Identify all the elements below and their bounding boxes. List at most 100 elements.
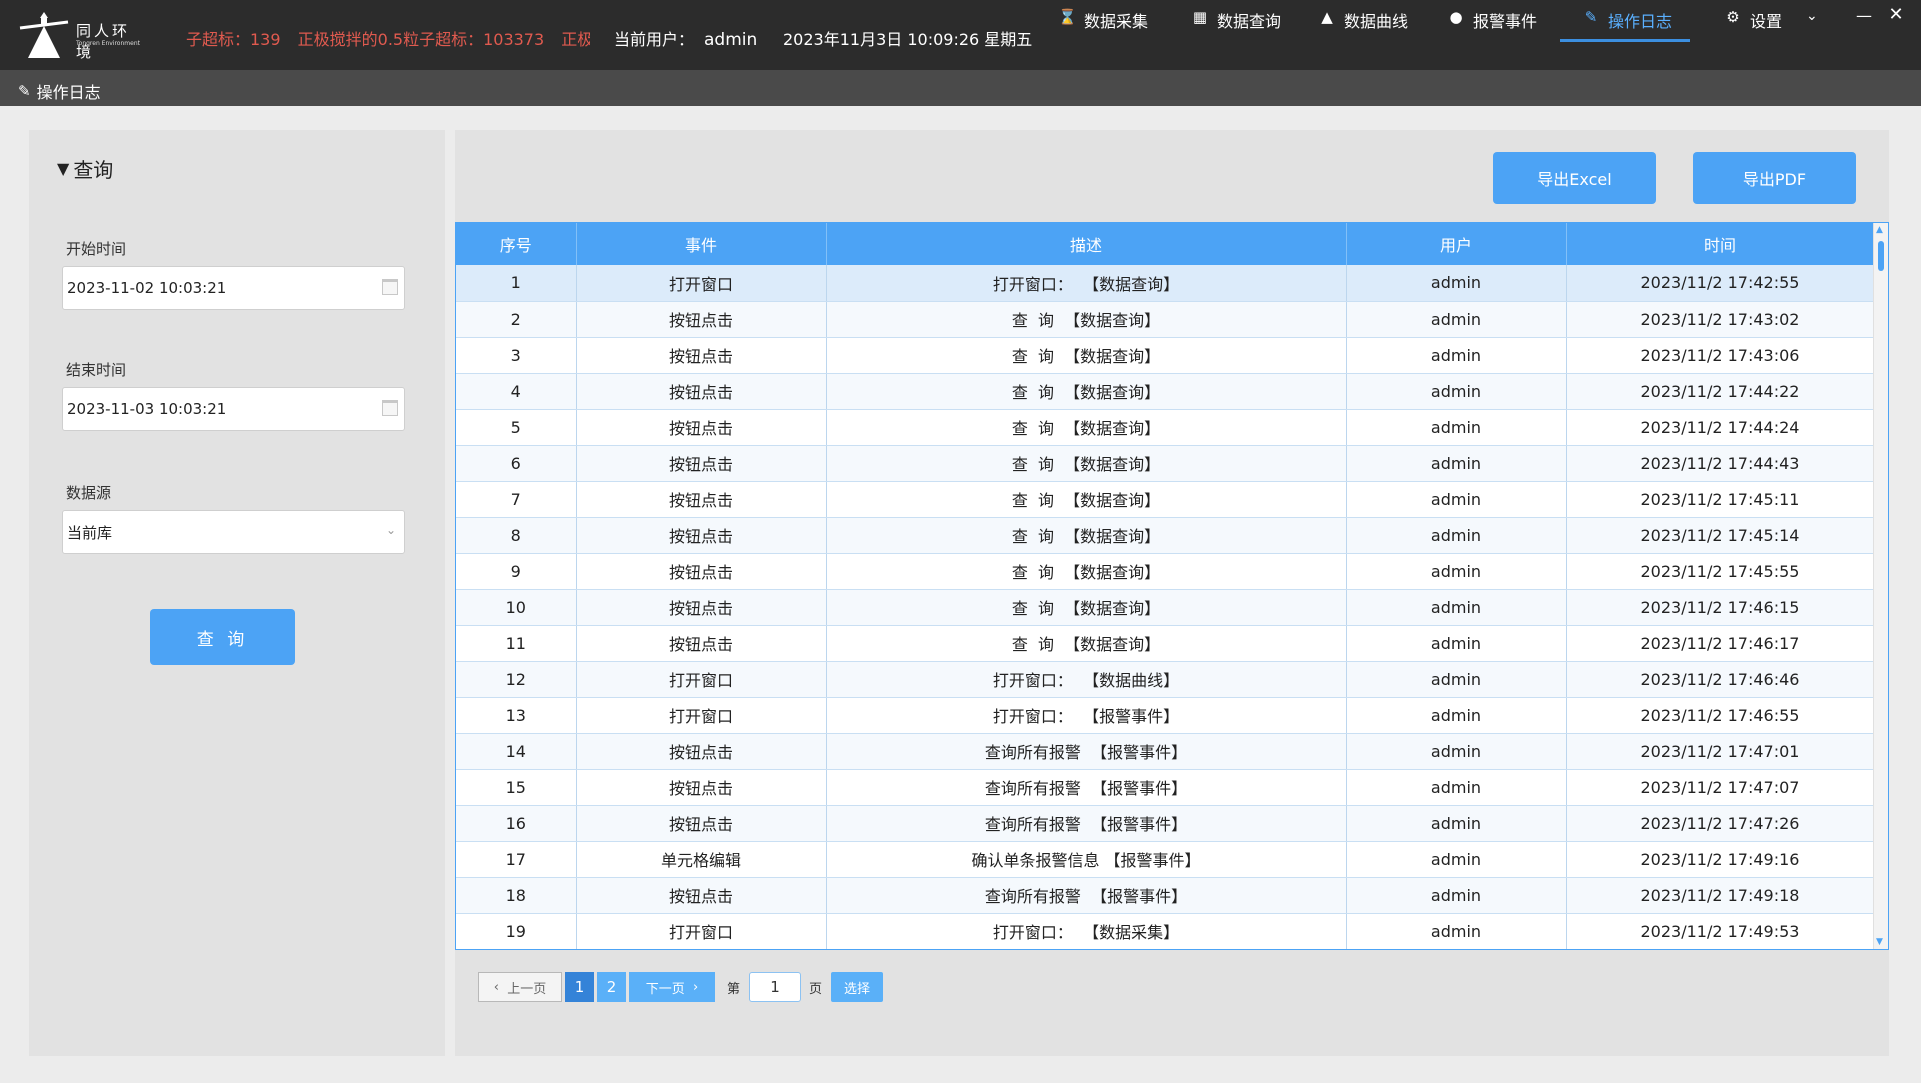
table-cell: 2023/11/2 17:46:46: [1566, 661, 1875, 698]
ticker-item: 正极搅拌的0.5粒子超标：103373: [297, 30, 545, 48]
next-page-button[interactable]: 下一页 ›: [629, 972, 715, 1002]
current-user-label: 当前用户：: [614, 30, 695, 49]
table-row[interactable]: 17 单元格编辑 确认单条报警信息 【报警事件】 admin 2023/11/2 17:…: [456, 841, 1875, 878]
end-time-field[interactable]: 2023-11-03 10:03:21: [62, 387, 405, 431]
minimize-button[interactable]: —: [1854, 6, 1874, 25]
column-header[interactable]: 描述: [826, 223, 1347, 265]
goto-prefix: 第: [727, 981, 741, 997]
table-row[interactable]: 11 按钮点击查 询 【数据查询】 admin 2023/11/2 17:46:17: [456, 625, 1875, 662]
table-row[interactable]: 7 按钮点击查 询 【数据查询】 admin 2023/11/2 17:45:11: [456, 481, 1875, 518]
nav-data-curve[interactable]: ▲ 数据曲线: [1318, 0, 1408, 42]
table-row[interactable]: 14 按钮点击 查询所有报警 【报警事件】 admin 2023/11/2 17:47:…: [456, 733, 1875, 770]
table-cell: 打开窗口: [576, 913, 827, 949]
table-cell: 按钮点击: [576, 553, 827, 590]
table-row[interactable]: 12 打开窗口 打开窗口： 【数据曲线】 admin 2023/11/2 17:46:4…: [456, 661, 1875, 698]
table-cell: 2023/11/2 17:43:02: [1566, 301, 1875, 338]
scroll-down-icon[interactable]: ▼: [1876, 937, 1883, 947]
table-cell: 2: [456, 301, 577, 338]
table-cell: 1: [456, 265, 577, 302]
column-header[interactable]: 用户: [1346, 223, 1567, 265]
start-time-value: 2023-11-02 10:03:21: [67, 279, 227, 297]
edit-icon: ✎: [1584, 8, 1598, 26]
table-cell: 14: [456, 733, 577, 770]
chevron-right-icon: ›: [684, 979, 699, 995]
log-panel: 导出Excel 导出PDF 序号 事件 描述 用户 时间 1 打开窗口 打开窗口： …: [455, 130, 1889, 1056]
table-cell: 12: [456, 661, 577, 698]
column-header[interactable]: 事件: [576, 223, 827, 265]
start-time-field[interactable]: 2023-11-02 10:03:21: [62, 266, 405, 310]
table-row[interactable]: 5 按钮点击查 询 【数据查询】 admin 2023/11/2 17:44:24: [456, 409, 1875, 446]
table-row[interactable]: 18 按钮点击 查询所有报警 【报警事件】 admin 2023/11/2 17:49:…: [456, 877, 1875, 914]
table-cell: 按钮点击: [576, 301, 827, 338]
table-cell: 查 询 【数据查询】: [826, 373, 1347, 410]
nav-data-collect[interactable]: ⌛ 数据采集: [1058, 0, 1148, 42]
table-cell: 2023/11/2 17:47:07: [1566, 769, 1875, 806]
table-row[interactable]: 2 按钮点击查 询 【数据查询】 admin 2023/11/2 17:43:02: [456, 301, 1875, 338]
table-cell: 16: [456, 805, 577, 842]
table-cell: 18: [456, 877, 577, 914]
table-cell: admin: [1346, 877, 1567, 914]
table-row[interactable]: 15 按钮点击 查询所有报警 【报警事件】 admin 2023/11/2 17:47:…: [456, 769, 1875, 806]
table-cell: 13: [456, 697, 577, 734]
table-cell: admin: [1346, 373, 1567, 410]
table-cell: 2023/11/2 17:49:16: [1566, 841, 1875, 878]
table-row[interactable]: 16 按钮点击 查询所有报警 【报警事件】 admin 2023/11/2 17:47:…: [456, 805, 1875, 842]
prev-page-button[interactable]: ‹ 上一页: [478, 972, 562, 1002]
page-header: ✎ 操作日志: [0, 70, 1921, 106]
brand-name-en: Tongren Environment: [76, 40, 140, 47]
nav-label: 设置: [1750, 12, 1783, 31]
edit-icon: ✎: [18, 82, 31, 100]
calendar-icon[interactable]: [382, 400, 398, 416]
current-user-name: admin: [704, 30, 758, 50]
table-row[interactable]: 9 按钮点击查 询 【数据查询】 admin 2023/11/2 17:45:55: [456, 553, 1875, 590]
table-row[interactable]: 8 按钮点击查 询 【数据查询】 admin 2023/11/2 17:45:14: [456, 517, 1875, 554]
nav-settings[interactable]: ⚙ 设置 ⌄: [1724, 0, 1817, 42]
column-header[interactable]: 序号: [456, 223, 577, 265]
goto-page-button[interactable]: 选择: [831, 972, 884, 1002]
table-cell: 查 询 【数据查询】: [826, 337, 1347, 374]
column-header[interactable]: 时间: [1566, 223, 1875, 265]
table-row[interactable]: 1 打开窗口 打开窗口： 【数据查询】 admin 2023/11/2 17:42:55: [456, 265, 1875, 302]
close-button[interactable]: ✕: [1886, 4, 1906, 25]
nav-label: 数据采集: [1084, 12, 1149, 31]
page-number[interactable]: 1: [565, 972, 594, 1002]
table-cell: admin: [1346, 301, 1567, 338]
table-row[interactable]: 19 打开窗口 打开窗口： 【数据采集】 admin 2023/11/2 17:49:5…: [456, 913, 1875, 949]
nav-operation-log[interactable]: ✎ 操作日志: [1560, 0, 1690, 42]
nav-alarm-events[interactable]: ● 报警事件: [1447, 0, 1537, 42]
table-row[interactable]: 6 按钮点击查 询 【数据查询】 admin 2023/11/2 17:44:43: [456, 445, 1875, 482]
table-cell: 2023/11/2 17:45:55: [1566, 553, 1875, 590]
table-row[interactable]: 13 打开窗口 打开窗口： 【报警事件】 admin 2023/11/2 17:46:5…: [456, 697, 1875, 734]
table-row[interactable]: 3 按钮点击查 询 【数据查询】 admin 2023/11/2 17:43:06: [456, 337, 1875, 374]
data-source-label: 数据源: [66, 484, 112, 502]
table-row[interactable]: 4 按钮点击查 询 【数据查询】 admin 2023/11/2 17:44:22: [456, 373, 1875, 410]
calendar-icon[interactable]: [382, 279, 398, 295]
table-cell: 2023/11/2 17:49:53: [1566, 913, 1875, 949]
table-cell: 7: [456, 481, 577, 518]
gear-icon: ⚙: [1726, 8, 1740, 26]
table-cell: 2023/11/2 17:46:17: [1566, 625, 1875, 662]
table-cell: 按钮点击: [576, 733, 827, 770]
table-cell: 查 询 【数据查询】: [826, 481, 1347, 518]
scroll-up-icon[interactable]: ▲: [1876, 225, 1883, 235]
ticker-item: 正极搅: [561, 30, 590, 48]
query-button[interactable]: 查 询: [150, 609, 295, 665]
data-source-select[interactable]: 当前库 ⌄: [62, 510, 405, 554]
table-cell: 2023/11/2 17:45:11: [1566, 481, 1875, 518]
table-cell: 打开窗口: [576, 697, 827, 734]
table-row[interactable]: 10 按钮点击查 询 【数据查询】 admin 2023/11/2 17:46:15: [456, 589, 1875, 626]
alarm-ticker: 子超标：139 正极搅拌的0.5粒子超标：103373 正极搅: [186, 26, 590, 48]
export-excel-button[interactable]: 导出Excel: [1493, 152, 1656, 204]
nav-data-query[interactable]: ▦ 数据查询: [1191, 0, 1281, 42]
page-number[interactable]: 2: [597, 972, 626, 1002]
goto-page-input[interactable]: 1: [749, 972, 802, 1002]
table-cell: 打开窗口: [576, 265, 827, 302]
scroll-thumb[interactable]: [1878, 241, 1884, 271]
table-cell: admin: [1346, 697, 1567, 734]
table-cell: admin: [1346, 661, 1567, 698]
start-time-label: 开始时间: [66, 240, 127, 258]
export-pdf-button[interactable]: 导出PDF: [1693, 152, 1856, 204]
table-scrollbar[interactable]: ▲ ▼: [1873, 223, 1888, 949]
page-title: ✎ 操作日志: [18, 79, 101, 103]
table-cell: 4: [456, 373, 577, 410]
